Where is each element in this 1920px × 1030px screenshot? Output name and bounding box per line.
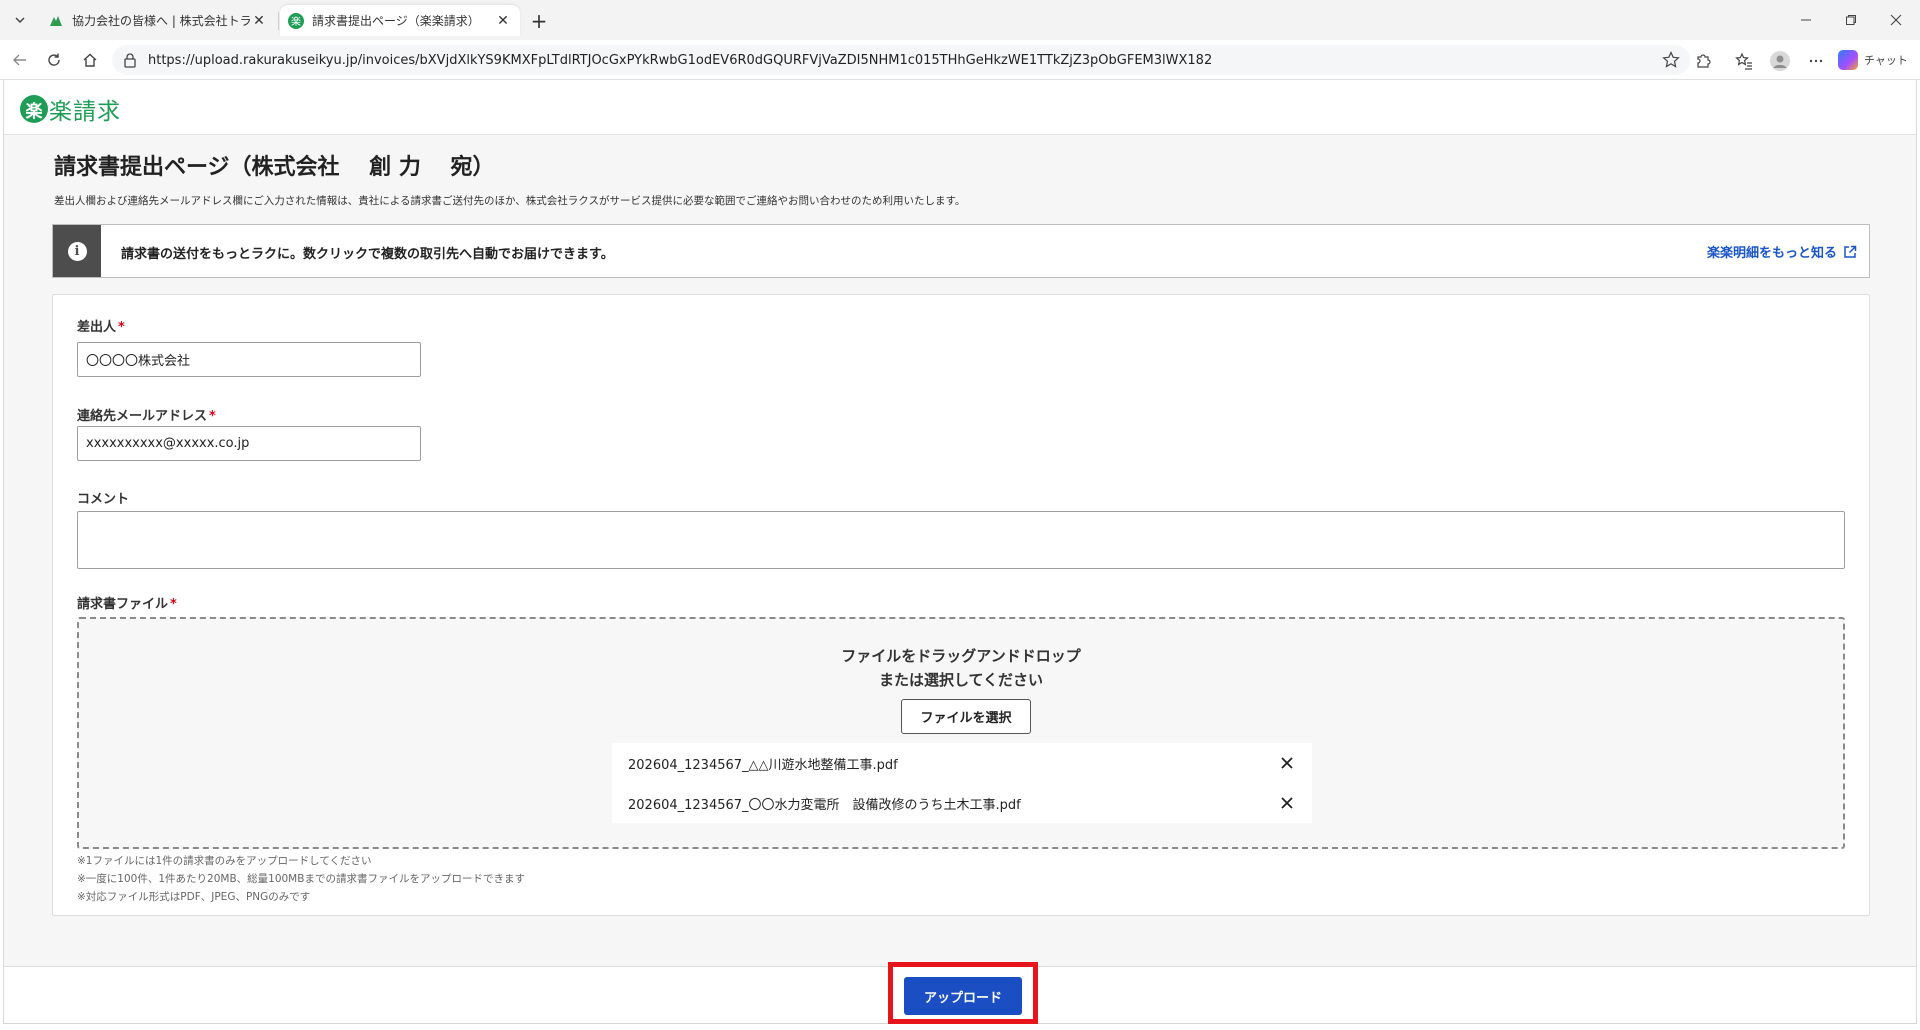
url-text[interactable]: https://upload.rakurakuseikyu.jp/invoice…	[148, 53, 1660, 68]
home-icon[interactable]	[78, 48, 102, 72]
restore-icon[interactable]	[1829, 6, 1873, 34]
rakuraku-seikyu-logo[interactable]: 楽 楽請求	[20, 92, 121, 126]
drop-instruction-line1: ファイルをドラッグアンドドロップ	[841, 647, 1081, 665]
sender-label: 差出人 *	[77, 316, 125, 335]
remove-file-close-icon[interactable]	[1278, 794, 1296, 812]
tab-title: 協力会社の皆様へ | 株式会社トライ	[72, 14, 250, 28]
back-arrow-icon[interactable]	[8, 48, 32, 72]
privacy-notice: 差出人欄および連絡先メールアドレス欄にご入力された情報は、貴社による請求書ご送付…	[54, 195, 966, 207]
file-drop-zone[interactable]: ファイルをドラッグアンドドロップ または選択してください ファイルを選択 202…	[77, 617, 1845, 849]
extensions-puzzle-icon[interactable]	[1690, 48, 1716, 74]
rakuraku-meisai-link[interactable]: 楽楽明細をもっと知る	[1707, 242, 1857, 261]
copilot-icon	[1838, 50, 1858, 70]
profile-avatar-icon[interactable]	[1767, 48, 1793, 74]
upload-note: ※対応ファイル形式はPDF、JPEG、PNGのみです	[77, 891, 311, 903]
email-label: 連絡先メールアドレス *	[77, 405, 216, 424]
tab-list-chevron-icon[interactable]	[8, 8, 32, 32]
browser-toolbar: https://upload.rakurakuseikyu.jp/invoice…	[0, 40, 1920, 80]
more-menu-icon[interactable]	[1803, 48, 1829, 74]
raku-favicon-icon: 楽	[288, 12, 304, 29]
logo-mark-icon: 楽	[20, 95, 48, 123]
browser-tab-bar: 協力会社の皆様へ | 株式会社トライ ✕ 楽 請求書提出ページ（楽楽請求） ✕ …	[0, 0, 1920, 40]
comment-label-text: コメント	[77, 492, 130, 507]
reload-icon[interactable]	[42, 48, 66, 72]
remove-file-close-icon[interactable]	[1278, 754, 1296, 772]
file-name: 202604_1234567_△△川遊水地整備工事.pdf	[628, 757, 898, 773]
upload-note: ※1ファイルには1件の請求書のみをアップロードしてください	[77, 855, 372, 867]
upload-note: ※一度に100件、1件あたり20MB、総量100MBまでの請求書ファイルをアップ…	[77, 873, 525, 885]
choose-file-button[interactable]: ファイルを選択	[901, 699, 1031, 734]
upload-button[interactable]: アップロード	[904, 977, 1022, 1015]
page-viewport: 楽 楽請求 請求書提出ページ（株式会社 創 力 宛） 差出人欄および連絡先メール…	[0, 80, 1920, 1030]
window-close-icon[interactable]	[1874, 6, 1918, 34]
lock-icon[interactable]	[122, 52, 138, 68]
external-link-icon	[1844, 245, 1857, 258]
invoice-file-label-text: 請求書ファイル	[77, 597, 169, 612]
sender-input[interactable]	[77, 342, 421, 377]
copilot-chat-button[interactable]: チャット	[1838, 48, 1910, 72]
svg-text:楽: 楽	[291, 15, 301, 28]
selected-file-list: 202604_1234567_△△川遊水地整備工事.pdf 202604_123…	[612, 743, 1312, 823]
required-mark: *	[209, 409, 216, 424]
tab-separator	[278, 12, 279, 30]
info-box: i	[53, 225, 101, 277]
copilot-label: チャット	[1864, 54, 1908, 67]
minimize-icon[interactable]	[1784, 6, 1828, 34]
promo-text: 請求書の送付をもっとラクに。数クリックで複数の取引先へ自動でお届けできます。	[121, 247, 614, 262]
file-name: 202604_1234567_〇〇水力変電所 設備改修のうち土木工事.pdf	[628, 797, 1021, 813]
logo-text: 楽請求	[49, 99, 121, 125]
page-frame: 楽 楽請求 請求書提出ページ（株式会社 創 力 宛） 差出人欄および連絡先メール…	[3, 80, 1917, 1024]
required-mark: *	[118, 320, 125, 335]
file-list-item: 202604_1234567_△△川遊水地整備工事.pdf	[612, 743, 1312, 783]
drop-instruction-line2: または選択してください	[878, 671, 1044, 689]
comment-label: コメント	[77, 488, 129, 507]
browser-tab-invoice[interactable]: 楽 請求書提出ページ（楽楽請求） ✕	[280, 5, 520, 36]
tri-favicon-icon	[50, 15, 62, 26]
required-mark: *	[170, 597, 177, 612]
favorites-list-icon[interactable]	[1731, 48, 1757, 74]
invoice-file-label: 請求書ファイル *	[77, 593, 177, 612]
favorite-star-icon[interactable]	[1660, 49, 1682, 71]
tab-close-icon[interactable]: ✕	[494, 13, 512, 29]
info-icon: i	[67, 241, 87, 261]
address-bar[interactable]: https://upload.rakurakuseikyu.jp/invoice…	[112, 45, 1690, 75]
email-input[interactable]	[77, 426, 421, 461]
page-title: 請求書提出ページ（株式会社 創 力 宛）	[54, 155, 495, 180]
site-header: 楽 楽請求	[4, 80, 1916, 135]
promo-banner: i 請求書の送付をもっとラクに。数クリックで複数の取引先へ自動でお届けできます。…	[52, 224, 1870, 278]
tab-title: 請求書提出ページ（楽楽請求）	[312, 14, 480, 28]
email-label-text: 連絡先メールアドレス	[77, 409, 208, 424]
invoice-form-card: 差出人* 連絡先メールアドレス* コメント 請求書ファイル* ファイルをドラッグ…	[52, 294, 1870, 916]
new-tab-plus-icon[interactable]: +	[526, 8, 552, 34]
file-list-item: 202604_1234567_〇〇水力変電所 設備改修のうち土木工事.pdf	[612, 783, 1312, 823]
sender-label-text: 差出人	[77, 320, 117, 335]
browser-tab-partners[interactable]: 協力会社の皆様へ | 株式会社トライ ✕	[40, 5, 276, 36]
comment-textarea[interactable]	[77, 511, 1845, 569]
promo-link-label: 楽楽明細をもっと知る	[1706, 246, 1837, 261]
tab-close-icon[interactable]: ✕	[250, 13, 268, 29]
